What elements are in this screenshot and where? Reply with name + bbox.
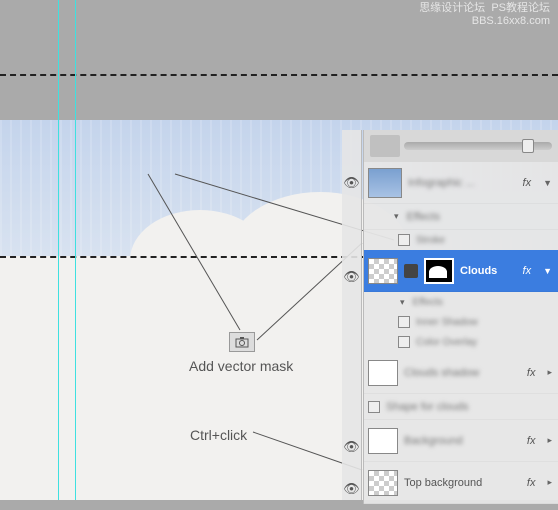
annotation-add-mask: Add vector mask (189, 358, 293, 374)
layer-thumb (368, 258, 398, 284)
checkbox-icon[interactable] (398, 234, 410, 246)
eye-icon[interactable]: 👁 (342, 162, 361, 204)
layer-label: Shape for clouds (386, 401, 554, 413)
guide-vertical-1[interactable] (58, 0, 59, 500)
layer-thumb (368, 470, 398, 496)
cloud-shape (90, 200, 370, 280)
eye-icon[interactable]: 👁 (342, 256, 361, 298)
layer-thumb (368, 428, 398, 454)
guide-vertical-2[interactable] (75, 0, 76, 500)
chevron-down-icon[interactable]: ▼ (541, 178, 554, 188)
checkbox-icon[interactable] (398, 336, 410, 348)
layers-panel[interactable]: 👁 👁 👁 👁 Infographic ... fx ▼ ▾ Effects (363, 130, 558, 504)
eye-icon[interactable]: 👁 (342, 468, 361, 510)
fx-badge[interactable]: fx (527, 477, 540, 489)
effects-row[interactable]: ▾ Effects (364, 204, 558, 230)
fx-badge[interactable]: fx (523, 265, 536, 277)
effect-color-overlay[interactable]: Color Overlay (364, 332, 558, 352)
camera-icon (235, 336, 249, 348)
layer-label: Background (404, 435, 521, 447)
chevron-down-icon: ▾ (398, 297, 407, 308)
slice-line-top (0, 74, 558, 76)
fx-badge[interactable]: fx (523, 177, 536, 189)
chevron-down-icon: ▾ (392, 211, 401, 222)
opacity-slider[interactable] (404, 142, 552, 150)
effect-stroke[interactable]: Stroke (364, 230, 558, 250)
slider-knob[interactable] (522, 139, 534, 153)
mask-link-icon[interactable] (404, 264, 418, 278)
layer-label: Clouds shadow (404, 367, 521, 379)
canvas-area: 思缘设计论坛 PS教程论坛 BBS.16xx8.com Add vector m… (0, 0, 558, 500)
panel-header (364, 130, 558, 162)
effects-row[interactable]: ▾ Effects (364, 292, 558, 312)
layer-infographic[interactable]: Infographic ... fx ▼ (364, 162, 558, 204)
layer-shape-clouds[interactable]: Shape for clouds (364, 394, 558, 420)
panel-tab[interactable] (370, 135, 400, 157)
layer-clouds[interactable]: Clouds fx ▼ (364, 250, 558, 292)
fx-badge[interactable]: fx (527, 435, 540, 447)
add-vector-mask-button[interactable] (229, 332, 255, 352)
layer-top-background[interactable]: Top background fx ▸ (364, 462, 558, 504)
fx-badge[interactable]: fx (527, 367, 540, 379)
chevron-right-icon[interactable]: ▸ (545, 367, 554, 378)
checkbox-icon[interactable] (398, 316, 410, 328)
layer-label: Clouds (460, 265, 517, 277)
checkbox-icon[interactable] (368, 401, 380, 413)
chevron-right-icon[interactable]: ▸ (545, 435, 554, 446)
vector-mask-thumb[interactable] (424, 258, 454, 284)
chevron-right-icon[interactable]: ▸ (545, 477, 554, 488)
layer-thumb (368, 360, 398, 386)
layer-label: Infographic ... (408, 177, 517, 189)
effect-inner-shadow[interactable]: Inner Shadow (364, 312, 558, 332)
chevron-down-icon[interactable]: ▼ (541, 266, 554, 276)
annotation-ctrl-click: Ctrl+click (190, 427, 247, 443)
visibility-column: 👁 👁 👁 👁 (342, 130, 362, 500)
layer-background[interactable]: Background fx ▸ (364, 420, 558, 462)
eye-icon[interactable]: 👁 (342, 426, 361, 468)
layer-thumb (368, 168, 402, 198)
layer-clouds-shadow[interactable]: Clouds shadow fx ▸ (364, 352, 558, 394)
watermark: 思缘设计论坛 PS教程论坛 BBS.16xx8.com (419, 2, 550, 28)
layer-label: Top background (404, 477, 521, 489)
